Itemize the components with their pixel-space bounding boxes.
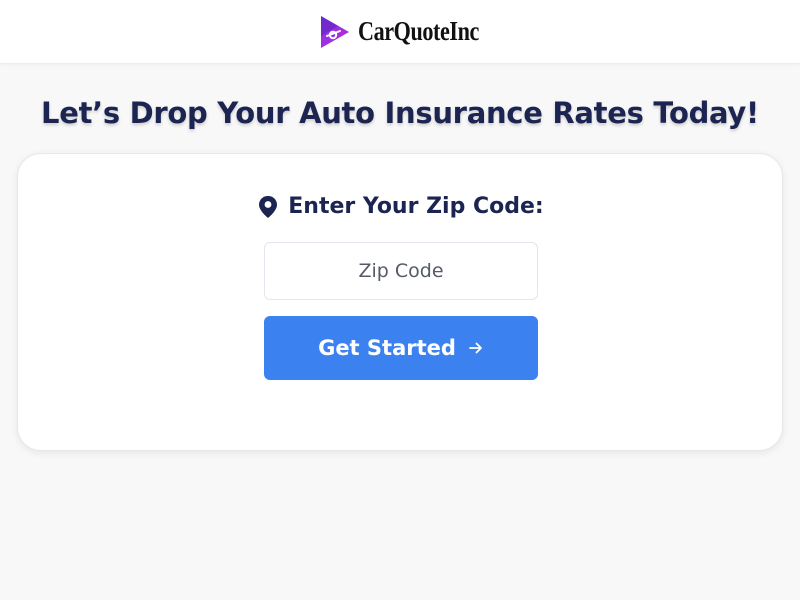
map-pin-icon	[259, 195, 278, 218]
play-car-logo-icon	[321, 15, 350, 48]
brand-logo[interactable]: CarQuoteInc	[318, 14, 481, 50]
zip-form-card: Enter Your Zip Code: Get Started	[17, 153, 783, 451]
site-header: CarQuoteInc	[0, 0, 800, 64]
get-started-button[interactable]: Get Started	[264, 316, 538, 380]
zip-label-row: Enter Your Zip Code:	[18, 194, 784, 219]
arrow-right-icon	[469, 342, 482, 354]
zip-code-input[interactable]	[264, 242, 538, 300]
brand-name: CarQuoteInc	[358, 16, 480, 46]
get-started-label: Get Started	[318, 336, 456, 360]
page-headline: Let’s Drop Your Auto Insurance Rates Tod…	[41, 96, 759, 130]
zip-label: Enter Your Zip Code:	[288, 194, 544, 219]
